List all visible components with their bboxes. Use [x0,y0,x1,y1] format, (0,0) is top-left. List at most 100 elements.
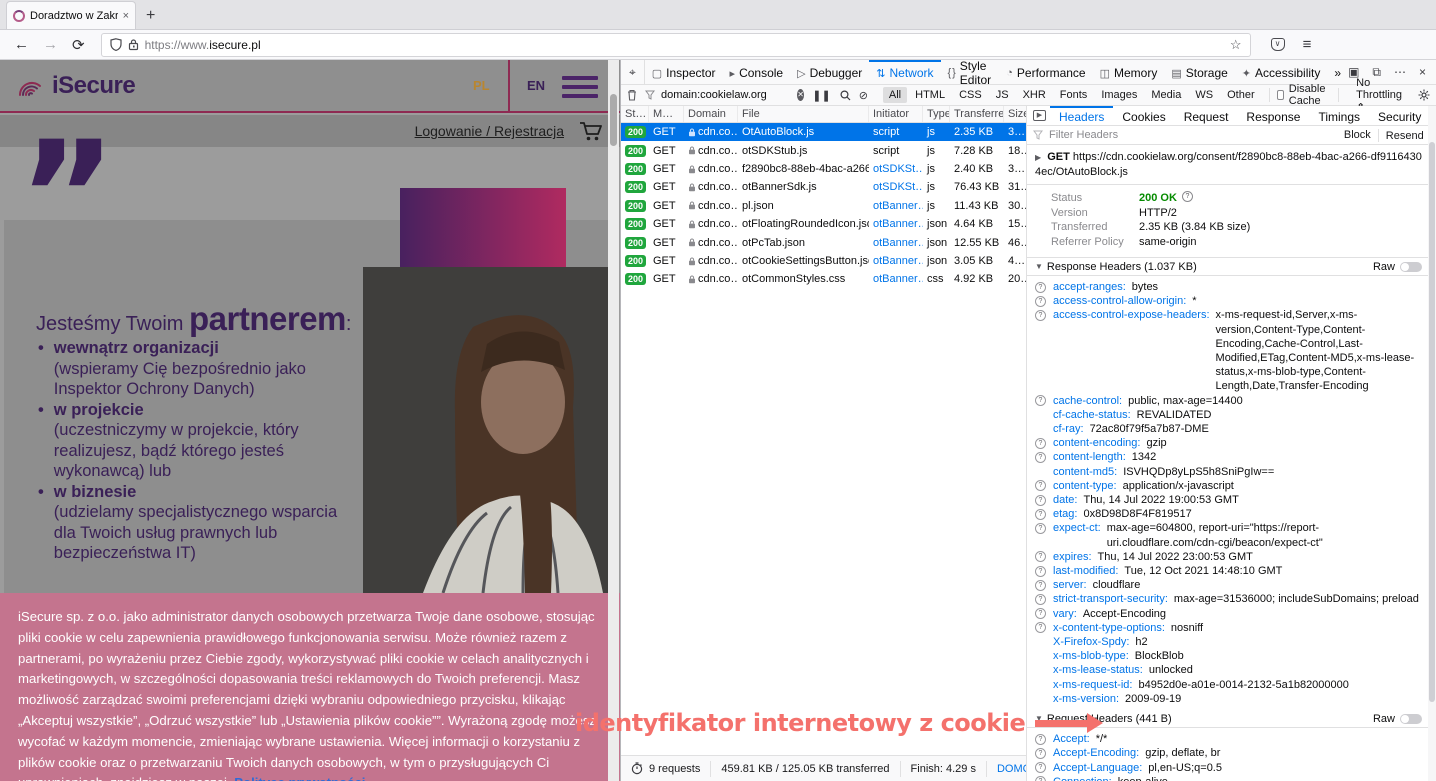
tab-style-editor[interactable]: { }Style Editor [941,60,1000,84]
question-circle-icon[interactable]: ? [1035,551,1046,562]
col-domain[interactable]: Domain [684,106,738,122]
page-scrollbar-thumb[interactable] [610,94,617,146]
question-circle-icon[interactable]: ? [1035,282,1046,293]
filter-media[interactable]: Media [1145,87,1187,103]
question-circle-icon[interactable]: ? [1035,776,1046,781]
header-name[interactable]: vary: [1053,607,1077,621]
filter-other[interactable]: Other [1221,87,1261,103]
raw-toggle[interactable] [1400,714,1422,724]
tab-memory[interactable]: ◫Memory [1093,60,1165,84]
details-scrollbar[interactable] [1428,106,1436,781]
bookmark-star-icon[interactable]: ☆ [1230,37,1242,53]
header-name[interactable]: x-ms-version: [1053,692,1119,706]
question-circle-icon[interactable]: ? [1035,608,1046,619]
tab-security[interactable]: Security [1369,106,1430,125]
col-status[interactable]: St… [621,106,649,122]
question-circle-icon[interactable]: ? [1035,580,1046,591]
filter-ws[interactable]: WS [1189,87,1219,103]
header-name[interactable]: content-md5: [1053,465,1117,479]
filter-urls-input[interactable]: domain:cookielaw.org [661,89,797,101]
filter-html[interactable]: HTML [909,87,951,103]
header-name[interactable]: content-type: [1053,479,1117,493]
language-pl[interactable]: PL [473,78,490,93]
split-panel-icon[interactable]: ▶ [1033,110,1046,121]
filter-headers-input[interactable]: Filter Headers [1049,129,1118,141]
table-row[interactable]: 200GETcdn.co…otFloatingRoundedIcon.jsono… [621,215,1026,233]
col-transferred[interactable]: Transferred [950,106,1004,122]
lock-icon[interactable] [128,38,139,51]
tab-console[interactable]: ▸Console [723,60,791,84]
col-type[interactable]: Type [923,106,950,122]
question-circle-icon[interactable]: ? [1182,191,1193,202]
question-circle-icon[interactable]: ? [1035,509,1046,520]
header-name[interactable]: content-encoding: [1053,436,1140,450]
question-circle-icon[interactable]: ? [1035,452,1046,463]
header-name[interactable]: Accept-Encoding: [1053,746,1139,760]
filter-xhr[interactable]: XHR [1017,87,1052,103]
address-bar[interactable]: https://www. isecure.pl ☆ [101,33,1251,57]
tab-accessibility[interactable]: ✦Accessibility [1235,60,1328,84]
header-name[interactable]: last-modified: [1053,564,1118,578]
question-circle-icon[interactable]: ? [1035,480,1046,491]
details-scrollbar-thumb[interactable] [1429,142,1435,702]
expand-triangle-icon[interactable]: ▶ [1035,153,1041,162]
question-circle-icon[interactable]: ? [1035,395,1046,406]
table-row[interactable]: 200GETcdn.co…pl.jsonotBanner…js11.43 KB3… [621,197,1026,215]
header-name[interactable]: expires: [1053,550,1092,564]
filter-fonts[interactable]: Fonts [1054,87,1094,103]
search-icon[interactable] [840,90,851,101]
back-button[interactable]: ← [14,36,29,53]
table-row[interactable]: 200GETcdn.co…otPcTab.jsonotBanner…json12… [621,233,1026,251]
tab-response[interactable]: Response [1237,106,1309,125]
language-en[interactable]: EN [527,78,545,93]
col-method[interactable]: M… [649,106,684,122]
response-headers-section[interactable]: ▼ Response Headers (1.037 KB) Raw [1027,258,1428,276]
checkbox-icon[interactable] [1277,90,1284,100]
pick-element-icon[interactable]: ⌖ [621,60,645,84]
table-row[interactable]: 200GETcdn.co…otCommonStyles.cssotBanner…… [621,270,1026,288]
header-name[interactable]: Connection: [1053,775,1112,781]
header-name[interactable]: date: [1053,493,1077,507]
tab-debugger[interactable]: ▷Debugger [790,60,869,84]
header-name[interactable]: access-control-allow-origin: [1053,294,1186,308]
header-name[interactable]: x-content-type-options: [1053,621,1165,635]
header-name[interactable]: server: [1053,578,1087,592]
header-name[interactable]: x-ms-lease-status: [1053,663,1143,677]
filter-all[interactable]: All [883,87,907,103]
reload-button[interactable]: ⟳ [72,36,85,54]
clear-requests-icon[interactable] [627,89,637,101]
table-row[interactable]: 200GETcdn.co…otCookieSettingsButton.json… [621,252,1026,270]
header-name[interactable]: accept-ranges: [1053,280,1126,294]
raw-toggle[interactable] [1400,262,1422,272]
filter-js[interactable]: JS [990,87,1015,103]
header-name[interactable]: etag: [1053,507,1077,521]
table-row[interactable]: 200GETcdn.co…otSDKStub.jsscriptjs7.28 KB… [621,141,1026,159]
question-circle-icon[interactable]: ? [1035,748,1046,759]
tab-request[interactable]: Request [1175,106,1238,125]
header-name[interactable]: x-ms-blob-type: [1053,649,1129,663]
block-icon[interactable]: ⊘ [859,89,868,102]
collapse-triangle-icon[interactable]: ▼ [1035,262,1043,271]
header-name[interactable]: cf-cache-status: [1053,408,1131,422]
site-logo[interactable]: iSecure [12,69,135,103]
tab-storage[interactable]: ▤Storage [1164,60,1234,84]
request-table-header[interactable]: St… M… Domain File Initiator Type Transf… [621,106,1026,123]
tab-close-icon[interactable]: × [123,10,129,22]
question-circle-icon[interactable]: ? [1035,495,1046,506]
tab-cookies[interactable]: Cookies [1113,106,1174,125]
col-initiator[interactable]: Initiator [869,106,923,122]
filter-images[interactable]: Images [1095,87,1143,103]
tab-performance[interactable]: ◔Performance [999,60,1092,84]
more-tabs-button[interactable]: » [1327,60,1348,84]
question-circle-icon[interactable]: ? [1035,438,1046,449]
header-name[interactable]: x-ms-request-id: [1053,678,1132,692]
tab-network[interactable]: ⇅Network [869,60,940,84]
browser-tab[interactable]: Doradztwo w Zakresie Ochrony Dany × [6,1,136,29]
shield-icon[interactable] [110,38,122,51]
table-row[interactable]: 200GETcdn.co…otBannerSdk.jsotSDKSt…js76.… [621,178,1026,196]
tab-headers[interactable]: Headers [1050,106,1113,125]
devtools-close-icon[interactable]: × [1419,65,1426,79]
header-name[interactable]: expect-ct: [1053,521,1101,535]
question-circle-icon[interactable]: ? [1035,310,1046,321]
login-register-link[interactable]: Logowanie / Rejestracja [415,123,564,139]
